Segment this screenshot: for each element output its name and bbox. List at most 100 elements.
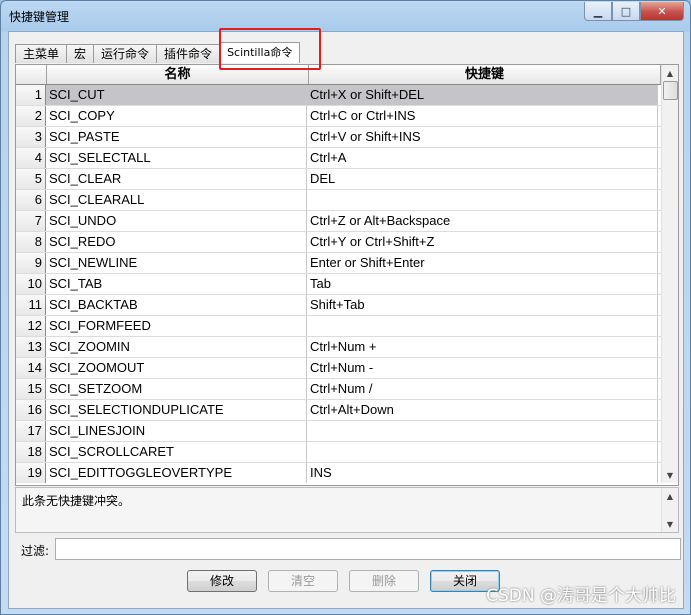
minimize-button[interactable]: ▁ xyxy=(584,2,612,21)
shortcut-cell: DEL xyxy=(307,169,658,189)
command-name-cell: SCI_FORMFEED xyxy=(46,316,307,336)
tab-main-menu[interactable]: 主菜单 xyxy=(15,44,68,63)
row-number-header xyxy=(16,65,47,84)
shortcut-cell: Ctrl+Z or Alt+Backspace xyxy=(307,211,658,231)
table-row[interactable]: 17 SCI_LINESJOIN xyxy=(16,421,661,442)
table-row[interactable]: 2 SCI_COPY Ctrl+C or Ctrl+INS xyxy=(16,106,661,127)
row-number: 2 xyxy=(16,106,46,126)
tab-plugin-commands[interactable]: 插件命令 xyxy=(156,44,221,63)
shortcut-cell xyxy=(307,421,658,441)
shortcut-cell: Ctrl+X or Shift+DEL xyxy=(307,85,658,105)
table-row[interactable]: 13 SCI_ZOOMIN Ctrl+Num + xyxy=(16,337,661,358)
table-row[interactable]: 8 SCI_REDO Ctrl+Y or Ctrl+Shift+Z xyxy=(16,232,661,253)
clear-button[interactable]: 清空 xyxy=(268,570,338,592)
scroll-down-arrow-icon[interactable]: ▼ xyxy=(662,467,678,483)
row-number: 5 xyxy=(16,169,46,189)
conflict-info-text: 此条无快捷键冲突。 xyxy=(22,494,131,508)
shortcut-cell xyxy=(307,442,658,462)
row-number: 12 xyxy=(16,316,46,336)
command-name-cell: SCI_CLEARALL xyxy=(46,190,307,210)
row-number: 19 xyxy=(16,463,46,483)
command-name-cell: SCI_REDO xyxy=(46,232,307,252)
command-name-cell: SCI_SELECTALL xyxy=(46,148,307,168)
column-header-shortcut[interactable]: 快捷键 xyxy=(309,65,661,84)
shortcut-cell: Ctrl+V or Shift+INS xyxy=(307,127,658,147)
command-name-cell: SCI_EDITTOGGLEOVERTYPE xyxy=(46,463,307,483)
command-name-cell: SCI_LINESJOIN xyxy=(46,421,307,441)
row-number: 18 xyxy=(16,442,46,462)
table-row[interactable]: 1 SCI_CUT Ctrl+X or Shift+DEL xyxy=(16,85,661,106)
conflict-scroll-up-icon[interactable]: ▲ xyxy=(662,488,678,504)
table-row[interactable]: 12 SCI_FORMFEED xyxy=(16,316,661,337)
table-row[interactable]: 14 SCI_ZOOMOUT Ctrl+Num - xyxy=(16,358,661,379)
table-body: 1 SCI_CUT Ctrl+X or Shift+DEL 2 SCI_COPY Ctrl… xyxy=(16,85,661,483)
shortcut-cell: Ctrl+Num + xyxy=(307,337,658,357)
table-scrollbar[interactable]: ▲ ▼ xyxy=(661,65,678,483)
shortcut-manager-window: 快捷键管理 ▁ □ ✕ 主菜单 宏 运行命令 插件命令 Scintilla命令 … xyxy=(0,0,691,615)
row-number: 3 xyxy=(16,127,46,147)
title-bar[interactable]: 快捷键管理 ▁ □ ✕ xyxy=(1,1,690,29)
tab-scintilla-commands[interactable]: Scintilla命令 xyxy=(219,42,301,63)
shortcut-cell: Shift+Tab xyxy=(307,295,658,315)
table-row[interactable]: 19 SCI_EDITTOGGLEOVERTYPE INS xyxy=(16,463,661,483)
table-row[interactable]: 16 SCI_SELECTIONDUPLICATE Ctrl+Alt+Down xyxy=(16,400,661,421)
table-row[interactable]: 4 SCI_SELECTALL Ctrl+A xyxy=(16,148,661,169)
command-name-cell: SCI_BACKTAB xyxy=(46,295,307,315)
command-name-cell: SCI_CLEAR xyxy=(46,169,307,189)
filter-input[interactable] xyxy=(55,538,681,560)
modify-button[interactable]: 修改 xyxy=(187,570,257,592)
scroll-up-arrow-icon[interactable]: ▲ xyxy=(662,65,678,81)
table-row[interactable]: 10 SCI_TAB Tab xyxy=(16,274,661,295)
tab-macro[interactable]: 宏 xyxy=(66,44,95,63)
conflict-scroll-down-icon[interactable]: ▼ xyxy=(662,516,678,532)
row-number: 4 xyxy=(16,148,46,168)
shortcut-cell xyxy=(307,316,658,336)
tab-run-commands[interactable]: 运行命令 xyxy=(93,44,158,63)
row-number: 6 xyxy=(16,190,46,210)
row-number: 8 xyxy=(16,232,46,252)
delete-button[interactable]: 删除 xyxy=(349,570,419,592)
row-number: 9 xyxy=(16,253,46,273)
row-number: 1 xyxy=(16,85,46,105)
table-row[interactable]: 3 SCI_PASTE Ctrl+V or Shift+INS xyxy=(16,127,661,148)
tab-strip: 主菜单 宏 运行命令 插件命令 Scintilla命令 xyxy=(15,42,301,64)
dialog-client-area: 主菜单 宏 运行命令 插件命令 Scintilla命令 名称 快捷键 1 SCI_… xyxy=(8,28,684,609)
command-name-cell: SCI_NEWLINE xyxy=(46,253,307,273)
table-row[interactable]: 15 SCI_SETZOOM Ctrl+Num / xyxy=(16,379,661,400)
command-name-cell: SCI_CUT xyxy=(46,85,307,105)
row-number: 13 xyxy=(16,337,46,357)
command-name-cell: SCI_PASTE xyxy=(46,127,307,147)
command-name-cell: SCI_TAB xyxy=(46,274,307,294)
table-row[interactable]: 9 SCI_NEWLINE Enter or Shift+Enter xyxy=(16,253,661,274)
table-row[interactable]: 6 SCI_CLEARALL xyxy=(16,190,661,211)
maximize-button[interactable]: □ xyxy=(612,2,640,21)
conflict-info-box: 此条无快捷键冲突。 ▲ ▼ xyxy=(15,487,679,533)
close-window-button[interactable]: ✕ xyxy=(640,2,684,21)
command-name-cell: SCI_SETZOOM xyxy=(46,379,307,399)
table-row[interactable]: 5 SCI_CLEAR DEL xyxy=(16,169,661,190)
row-number: 14 xyxy=(16,358,46,378)
command-name-cell: SCI_UNDO xyxy=(46,211,307,231)
row-number: 7 xyxy=(16,211,46,231)
table-row[interactable]: 11 SCI_BACKTAB Shift+Tab xyxy=(16,295,661,316)
table-row[interactable]: 7 SCI_UNDO Ctrl+Z or Alt+Backspace xyxy=(16,211,661,232)
table-header: 名称 快捷键 xyxy=(16,65,661,85)
window-controls: ▁ □ ✕ xyxy=(584,2,684,21)
shortcut-table: 名称 快捷键 1 SCI_CUT Ctrl+X or Shift+DEL 2 SCI_C… xyxy=(16,65,661,483)
command-name-cell: SCI_ZOOMIN xyxy=(46,337,307,357)
row-number: 10 xyxy=(16,274,46,294)
column-header-name[interactable]: 名称 xyxy=(47,65,309,84)
scrollbar-thumb[interactable] xyxy=(663,81,678,100)
row-number: 16 xyxy=(16,400,46,420)
shortcut-cell: Ctrl+Num - xyxy=(307,358,658,378)
shortcut-cell: Ctrl+Y or Ctrl+Shift+Z xyxy=(307,232,658,252)
conflict-scrollbar[interactable]: ▲ ▼ xyxy=(661,488,678,532)
window-title: 快捷键管理 xyxy=(9,10,70,24)
shortcut-cell: Enter or Shift+Enter xyxy=(307,253,658,273)
shortcut-cell xyxy=(307,190,658,210)
shortcut-cell: INS xyxy=(307,463,658,483)
table-row[interactable]: 18 SCI_SCROLLCARET xyxy=(16,442,661,463)
shortcut-cell: Ctrl+Num / xyxy=(307,379,658,399)
shortcut-cell: Ctrl+C or Ctrl+INS xyxy=(307,106,658,126)
row-number: 11 xyxy=(16,295,46,315)
